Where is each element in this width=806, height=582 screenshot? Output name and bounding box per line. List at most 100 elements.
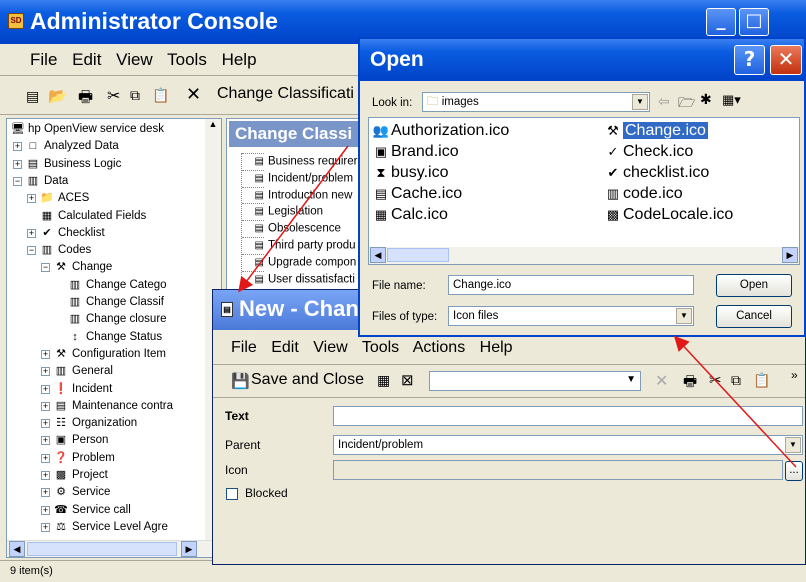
- icon-field[interactable]: [333, 460, 783, 480]
- document-icon: ▤: [242, 153, 264, 170]
- list-item[interactable]: ▤ Obsolescence: [242, 220, 341, 236]
- paste-icon[interactable]: 📋: [152, 87, 169, 104]
- file-item[interactable]: ▩ CodeLocale.ico: [603, 204, 793, 225]
- expand-icon[interactable]: +: [41, 401, 50, 411]
- close-button[interactable]: ✕: [770, 45, 802, 75]
- paste-icon-nc[interactable]: 📋: [753, 372, 770, 389]
- hscroll-thumb[interactable]: [27, 542, 177, 556]
- file-icon: ⚒: [607, 123, 619, 138]
- expand-icon[interactable]: +: [13, 142, 22, 152]
- list-item[interactable]: ▤ Business requirer: [242, 153, 357, 169]
- tree-node-icon: ☷: [56, 417, 66, 430]
- file-scroll-right[interactable]: ▶: [782, 247, 798, 263]
- cut-icon-nc[interactable]: ✂: [709, 371, 722, 389]
- expand-icon[interactable]: +: [41, 419, 50, 429]
- new-folder-icon[interactable]: ✱: [700, 91, 712, 108]
- file-scroll-thumb[interactable]: [387, 248, 449, 262]
- menu-help[interactable]: Help: [222, 50, 257, 69]
- list-item[interactable]: ▤ Third party produ: [242, 237, 356, 253]
- text-field[interactable]: [333, 406, 803, 426]
- parent-dropdown-arrow[interactable]: ▼: [785, 437, 801, 453]
- scroll-up-button[interactable]: ▲: [205, 119, 221, 135]
- delete-icon-disabled[interactable]: ✕: [655, 371, 668, 391]
- look-in-select[interactable]: 🗀 images ▼: [422, 92, 650, 112]
- file-type-select[interactable]: Icon files ▼: [448, 306, 694, 326]
- expand-icon[interactable]: +: [41, 436, 50, 446]
- nc-menu-actions[interactable]: Actions: [413, 339, 465, 356]
- list-item-label: Legislation: [268, 205, 323, 218]
- save-icon: 💾: [231, 373, 250, 390]
- minimize-button[interactable]: _: [706, 8, 736, 36]
- nc-menu-help[interactable]: Help: [480, 339, 513, 356]
- delete-icon[interactable]: ✕: [186, 84, 201, 105]
- open-folder-icon[interactable]: 📂: [48, 87, 67, 105]
- file-scroll-left[interactable]: ◀: [370, 247, 386, 263]
- list-item[interactable]: ▤ Upgrade compon: [242, 253, 356, 270]
- copy-icon-nc[interactable]: ⧉: [731, 372, 741, 389]
- expand-icon[interactable]: +: [41, 453, 50, 463]
- scroll-left-button[interactable]: ◀: [9, 541, 25, 557]
- save-close-button[interactable]: Save and Close: [251, 371, 364, 389]
- collapse-icon[interactable]: −: [41, 263, 50, 273]
- cut-icon[interactable]: ✂: [107, 86, 120, 106]
- expand-icon[interactable]: +: [41, 522, 50, 532]
- file-item[interactable]: ✓ Check.ico: [603, 141, 793, 162]
- file-item[interactable]: 👥 Authorization.ico: [371, 120, 591, 141]
- list-item[interactable]: ▤ Incident/problem: [242, 169, 353, 186]
- blocked-checkbox[interactable]: [226, 488, 238, 500]
- copy-icon[interactable]: ⧉: [130, 87, 140, 104]
- scroll-right-button[interactable]: ▶: [181, 541, 197, 557]
- file-item[interactable]: ✔ checklist.ico: [603, 162, 793, 183]
- properties-icon[interactable]: ▤: [26, 88, 39, 105]
- menu-view[interactable]: View: [116, 50, 153, 69]
- expand-icon[interactable]: +: [13, 159, 22, 169]
- chart-icon[interactable]: ⊠: [401, 371, 414, 389]
- nc-menu-view[interactable]: View: [313, 339, 347, 356]
- expand-icon[interactable]: +: [41, 367, 50, 377]
- file-list-hscroll[interactable]: ◀ ▶: [369, 247, 799, 264]
- view-menu-icon[interactable]: ▦▾: [722, 92, 741, 108]
- list-item[interactable]: ▤ Introduction new: [242, 186, 352, 203]
- file-name-input[interactable]: Change.ico: [448, 275, 694, 295]
- help-button[interactable]: ?: [734, 45, 765, 75]
- expand-icon[interactable]: +: [41, 488, 50, 498]
- save-icon-2[interactable]: ▦: [377, 372, 390, 389]
- nc-menu-tools[interactable]: Tools: [362, 339, 399, 356]
- open-button[interactable]: Open: [716, 274, 792, 297]
- more-icon[interactable]: »: [791, 368, 798, 382]
- open-title-bar[interactable]: Open ? ✕: [360, 39, 804, 81]
- menu-edit[interactable]: Edit: [72, 50, 101, 69]
- expand-icon[interactable]: +: [27, 194, 36, 204]
- collapse-icon[interactable]: −: [13, 176, 22, 186]
- print-icon[interactable]: 🖶: [78, 86, 93, 113]
- tree-hscroll[interactable]: ◀ ▶: [7, 540, 221, 557]
- file-type-dropdown-arrow[interactable]: ▼: [676, 308, 692, 324]
- maximize-button[interactable]: □: [739, 8, 769, 36]
- expand-icon[interactable]: +: [41, 384, 50, 394]
- file-item[interactable]: ▣ Brand.ico: [371, 141, 591, 162]
- toolbar-combo[interactable]: ▼: [429, 371, 641, 391]
- cancel-button[interactable]: Cancel: [716, 305, 792, 328]
- expand-icon[interactable]: +: [27, 228, 36, 238]
- file-item[interactable]: ▤ Cache.ico: [371, 183, 591, 204]
- file-item[interactable]: ▦ Calc.ico: [371, 204, 591, 225]
- nc-menu-file[interactable]: File: [231, 339, 257, 356]
- menu-tools[interactable]: Tools: [167, 50, 207, 69]
- parent-select[interactable]: Incident/problem ▼: [333, 435, 803, 455]
- menu-file[interactable]: File: [30, 50, 57, 69]
- back-icon[interactable]: ⇦: [658, 93, 670, 110]
- look-in-dropdown-arrow[interactable]: ▼: [632, 94, 648, 110]
- collapse-icon[interactable]: −: [27, 246, 36, 256]
- icon-browse-button[interactable]: ...: [785, 461, 803, 481]
- list-item[interactable]: ▤ User dissatisfacti: [242, 270, 355, 287]
- expand-icon[interactable]: +: [41, 471, 50, 480]
- file-item[interactable]: ⚒ Change.ico: [603, 120, 793, 141]
- file-item[interactable]: ▥ code.ico: [603, 183, 793, 204]
- expand-icon[interactable]: +: [41, 505, 50, 515]
- nc-menu-edit[interactable]: Edit: [271, 339, 299, 356]
- expand-icon[interactable]: +: [41, 349, 50, 359]
- up-folder-icon[interactable]: 🗁: [678, 92, 695, 116]
- file-item[interactable]: ⧗ busy.ico: [371, 162, 591, 183]
- print-icon-nc[interactable]: 🖶: [683, 371, 697, 396]
- list-item[interactable]: ▤ Legislation: [242, 203, 323, 219]
